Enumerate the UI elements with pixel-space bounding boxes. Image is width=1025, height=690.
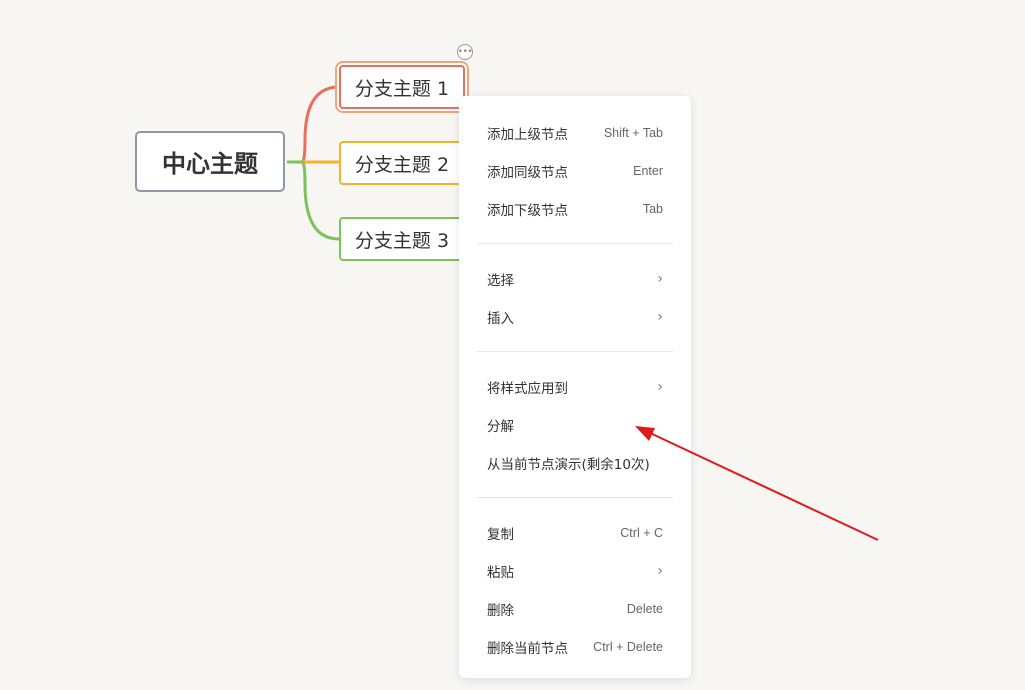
mindmap-canvas[interactable]: 中心主题 分支主题 1 分支主题 2 分支主题 3 ••• 添加上级节点 Shi… bbox=[0, 0, 1025, 690]
annotation-arrow-head bbox=[635, 426, 655, 441]
annotation-arrow-line bbox=[647, 431, 879, 541]
annotation-overlay bbox=[635, 426, 879, 541]
